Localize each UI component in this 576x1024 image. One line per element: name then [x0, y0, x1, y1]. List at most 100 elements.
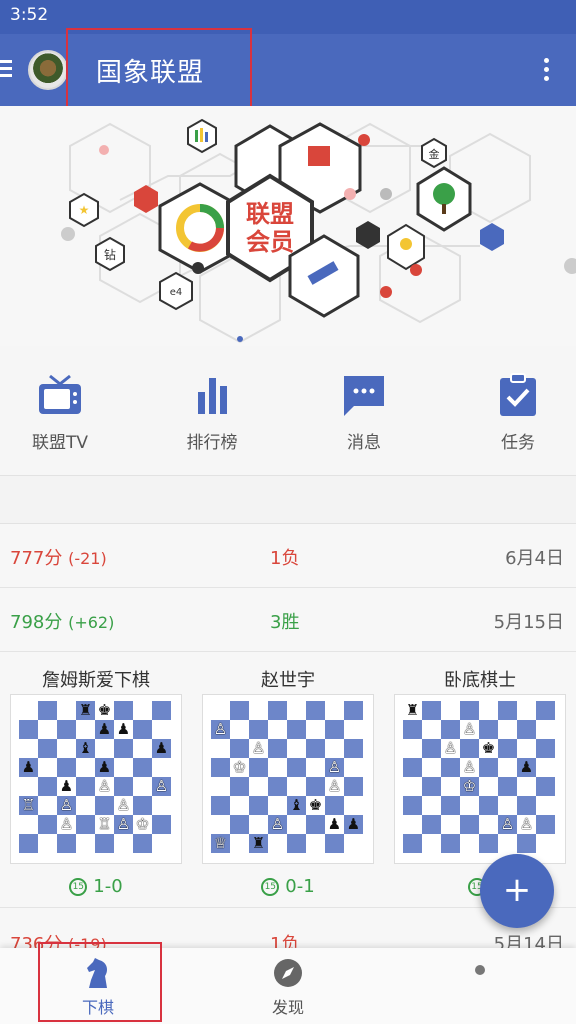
banner-badge-e4: e4: [170, 287, 183, 298]
board-square: [479, 701, 498, 720]
history-row[interactable]: 798分 (+62) 3胜 5月15日: [0, 588, 576, 652]
board-square: [441, 834, 460, 853]
rating-score: 798分 (+62): [10, 612, 115, 633]
chess-piece: ♙: [57, 815, 76, 834]
chess-piece: ♔: [133, 815, 152, 834]
task-clipboard-icon: [500, 373, 536, 416]
board-square: [249, 720, 268, 739]
star-icon: ★: [79, 203, 90, 217]
chess-piece: ♙: [114, 815, 133, 834]
board-square: [536, 777, 555, 796]
board-square: [152, 796, 171, 815]
board-square: [287, 758, 306, 777]
board-square: [441, 701, 460, 720]
app-logo[interactable]: [28, 50, 68, 90]
chess-piece: ♙: [114, 796, 133, 815]
board-square: [211, 701, 230, 720]
board-square: [76, 834, 95, 853]
chess-piece: ♙: [460, 758, 479, 777]
board-square: [325, 834, 344, 853]
board-square: [76, 758, 95, 777]
compass-icon: [274, 959, 302, 987]
new-game-fab[interactable]: +: [480, 854, 554, 928]
banner-badge-gold: 金: [429, 147, 440, 161]
board-square: [19, 739, 38, 758]
chess-board[interactable]: ♜ ♚ ♟ ♟ ♝ ♟ ♟ ♟ ♟ ♙ ♙ ♖ ♙ ♙ ♙ ♖ ♙ ♔: [19, 701, 171, 853]
board-square: [536, 739, 555, 758]
board-square: [57, 834, 76, 853]
board-square: [517, 834, 536, 853]
board-square: [114, 739, 133, 758]
chess-piece: ♟: [344, 815, 363, 834]
board-square: [133, 701, 152, 720]
board-square: [38, 796, 57, 815]
menu-icon[interactable]: [0, 60, 14, 80]
board-square: [479, 720, 498, 739]
banner-text-1: 联盟: [246, 200, 294, 228]
board-square: [133, 796, 152, 815]
board-square: [95, 834, 114, 853]
rating-score: 777分 (-21): [10, 548, 107, 569]
board-square: [114, 834, 133, 853]
chess-piece: ♖: [19, 796, 38, 815]
promo-banner[interactable]: 联盟 会员 ★ 钻 金 e4: [0, 106, 576, 346]
board-square: [441, 758, 460, 777]
chess-piece: ♔: [230, 758, 249, 777]
game-card[interactable]: 赵世宇 ♙ ♙ ♔ ♙ ♙ ♝ ♚ ♙ ♟ ♟ ♕ ♜ 15 0-1: [202, 666, 374, 897]
board-square: [76, 720, 95, 739]
chess-board[interactable]: ♜ ♙ ♙ ♚ ♙ ♟ ♔ ♙ ♙: [403, 701, 555, 853]
board-square: [536, 758, 555, 777]
board-square: [249, 815, 268, 834]
board-square: [19, 834, 38, 853]
board-square: [325, 720, 344, 739]
board-square: [536, 796, 555, 815]
quick-action-leaderboard[interactable]: 排行榜: [152, 372, 272, 453]
board-square: [403, 834, 422, 853]
game-card[interactable]: 詹姆斯爱下棋 ♜ ♚ ♟ ♟ ♝ ♟ ♟ ♟ ♟ ♙ ♙ ♖ ♙ ♙ ♙ ♖ ♙ ♔ 15 1-0: [10, 666, 182, 897]
board-square: [344, 834, 363, 853]
board-square: [287, 834, 306, 853]
quick-action-tv[interactable]: 联盟TV: [0, 372, 120, 453]
bottom-navigation: 下棋 发现: [0, 948, 576, 1024]
board-square: [287, 777, 306, 796]
board-square: [479, 834, 498, 853]
quick-action-messages[interactable]: 消息: [304, 372, 424, 453]
quick-action-tasks[interactable]: 任务: [458, 372, 576, 453]
board-square: [38, 777, 57, 796]
chess-piece: ♟: [57, 777, 76, 796]
board-square: [517, 739, 536, 758]
board-square: [306, 834, 325, 853]
board-square: [325, 796, 344, 815]
chess-board[interactable]: ♙ ♙ ♔ ♙ ♙ ♝ ♚ ♙ ♟ ♟ ♕ ♜: [211, 701, 363, 853]
app-title: 国象联盟: [96, 58, 205, 88]
board-square: [344, 777, 363, 796]
board-square: [536, 815, 555, 834]
game-result: 1负: [270, 548, 300, 569]
opponent-name: 卧底棋士: [444, 670, 516, 691]
board-square: [344, 796, 363, 815]
chess-piece: ♙: [268, 815, 287, 834]
board-square: [38, 720, 57, 739]
chess-piece: ♟: [95, 758, 114, 777]
nav-item-discover[interactable]: 发现: [228, 956, 348, 1018]
board-square: [19, 720, 38, 739]
overflow-menu-icon[interactable]: [544, 58, 550, 84]
board-square: [422, 701, 441, 720]
board-square: [306, 701, 325, 720]
history-row[interactable]: 777分 (-21) 1负 6月4日: [0, 524, 576, 588]
board-square: [344, 758, 363, 777]
nav-item-profile[interactable]: [420, 956, 540, 994]
chess-piece: ♝: [76, 739, 95, 758]
board-square: [403, 739, 422, 758]
board-square: [38, 701, 57, 720]
board-square: [95, 739, 114, 758]
board-square: [268, 777, 287, 796]
board-square: [287, 720, 306, 739]
board-square: [517, 720, 536, 739]
board-square: [152, 815, 171, 834]
chess-piece: ♝: [287, 796, 306, 815]
board-square: [403, 815, 422, 834]
chess-piece: ♙: [211, 720, 230, 739]
board-square: [344, 720, 363, 739]
nav-item-play[interactable]: 下棋: [38, 956, 158, 1018]
